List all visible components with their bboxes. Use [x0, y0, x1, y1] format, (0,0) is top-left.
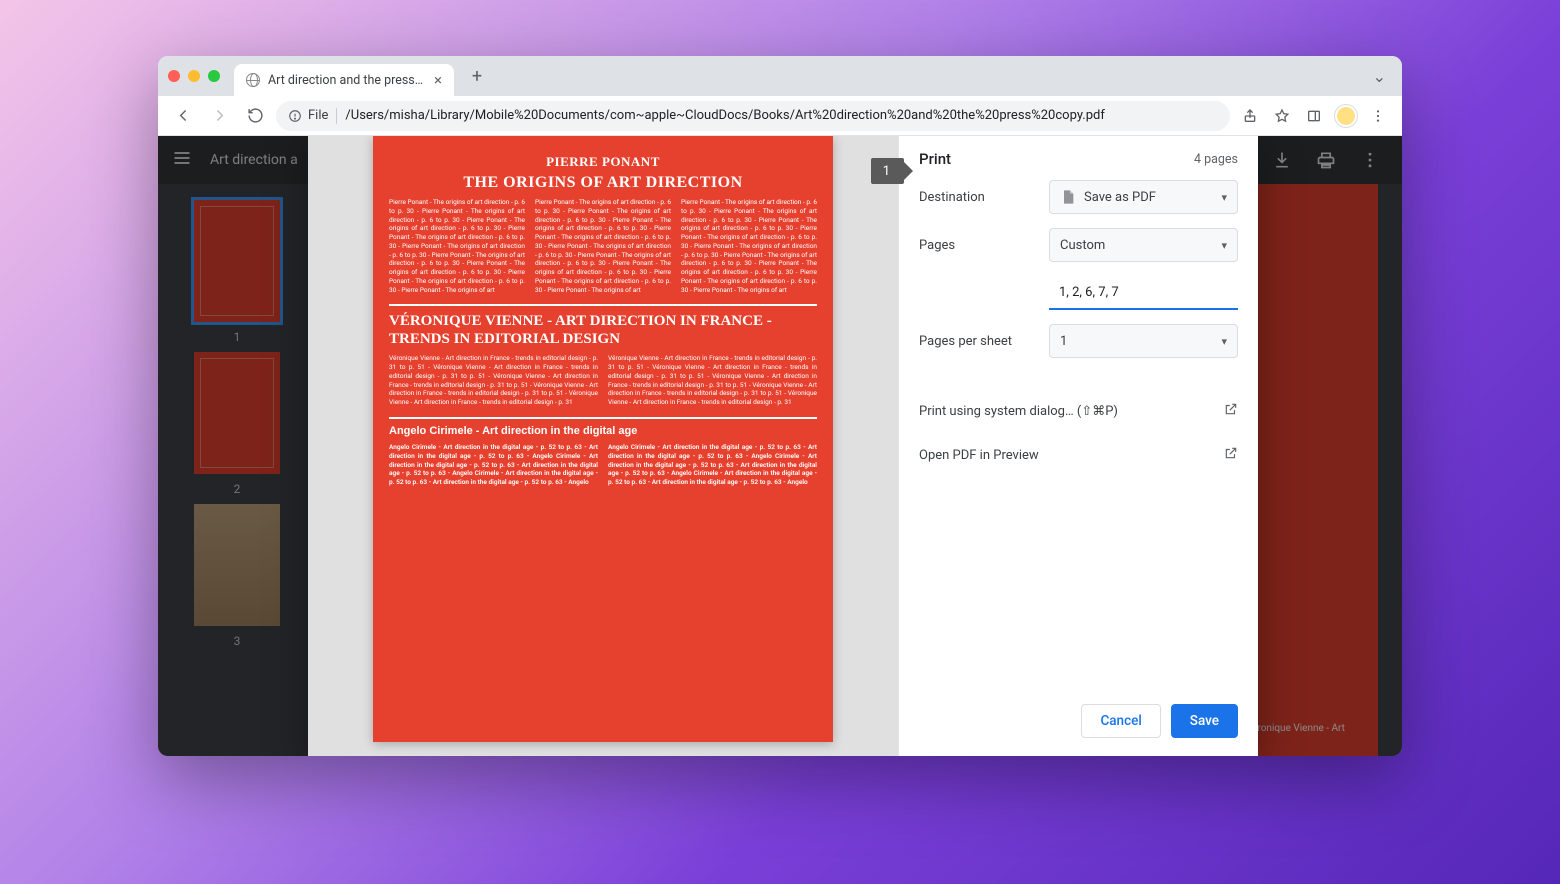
url-text: /Users/misha/Library/Mobile%20Documents/…: [345, 108, 1218, 123]
preview-body-col: Véronique Vienne - Art direction in Fran…: [608, 354, 817, 407]
maximize-window-button[interactable]: [208, 70, 220, 82]
cancel-button[interactable]: Cancel: [1081, 704, 1160, 738]
browser-window: Art direction and the press cop × + ⌄ Fi…: [158, 56, 1402, 756]
print-preview-area: 1 Pierre Ponant The origins of art direc…: [308, 136, 898, 756]
system-dialog-label: Print using system dialog… (⇧⌘P): [919, 404, 1118, 419]
separator: [336, 108, 337, 124]
preview-body-col: Angelo Cirimele - Art direction in the d…: [608, 443, 817, 487]
divider: [389, 417, 817, 419]
pages-per-sheet-value: 1: [1060, 334, 1067, 349]
print-dialog: 1 Pierre Ponant The origins of art direc…: [308, 136, 1258, 756]
file-scheme-chip: File: [288, 108, 328, 123]
forward-button[interactable]: [204, 101, 234, 131]
browser-menu-button[interactable]: [1364, 102, 1392, 130]
external-link-icon: [1224, 446, 1238, 464]
globe-icon: [246, 73, 260, 87]
preview-body-col: Pierre Ponant - The origins of art direc…: [389, 198, 525, 294]
back-button[interactable]: [168, 101, 198, 131]
save-button[interactable]: Save: [1171, 704, 1238, 738]
new-tab-button[interactable]: +: [464, 63, 490, 89]
scheme-label: File: [308, 108, 328, 123]
minimize-window-button[interactable]: [188, 70, 200, 82]
pages-mode-select[interactable]: Custom ▾: [1049, 228, 1238, 262]
content-area: Art direction a 1 2 3 Vienne Art directi…: [158, 136, 1402, 756]
preview-heading-author: Pierre Ponant: [389, 154, 817, 170]
chevron-down-icon: ▾: [1221, 191, 1227, 204]
preview-heading-2: VÉRONIQUE VIENNE - ART DIRECTION IN FRAN…: [389, 312, 817, 348]
system-dialog-link[interactable]: Print using system dialog… (⇧⌘P): [919, 396, 1238, 426]
print-dialog-title: Print: [919, 150, 951, 168]
tab-title: Art direction and the press cop: [268, 73, 426, 88]
profile-button[interactable]: [1332, 102, 1360, 130]
preview-heading-3: Angelo Cirimele - Art direction in the d…: [389, 425, 817, 437]
bookmark-button[interactable]: [1268, 102, 1296, 130]
sidepanel-button[interactable]: [1300, 102, 1328, 130]
pages-per-sheet-label: Pages per sheet: [919, 334, 1037, 349]
browser-toolbar: File /Users/misha/Library/Mobile%20Docum…: [158, 96, 1402, 136]
address-bar[interactable]: File /Users/misha/Library/Mobile%20Docum…: [276, 101, 1230, 131]
page-number-badge: 1: [871, 158, 904, 184]
window-controls: [168, 70, 220, 82]
pages-label: Pages: [919, 238, 1037, 253]
destination-value: Save as PDF: [1084, 190, 1156, 205]
tab-strip: Art direction and the press cop × + ⌄: [158, 56, 1402, 96]
pdf-file-icon: [1060, 189, 1076, 205]
avatar: [1335, 105, 1357, 127]
destination-label: Destination: [919, 190, 1037, 205]
close-tab-button[interactable]: ×: [434, 71, 442, 89]
chevron-down-icon: ▾: [1221, 335, 1227, 348]
tab-list-button[interactable]: ⌄: [1373, 67, 1392, 86]
destination-select[interactable]: Save as PDF ▾: [1049, 180, 1238, 214]
preview-body-col: Véronique Vienne - Art direction in Fran…: [389, 354, 598, 407]
preview-body-col: Angelo Cirimele - Art direction in the d…: [389, 443, 598, 487]
preview-body-col: Pierre Ponant - The origins of art direc…: [681, 198, 817, 294]
reload-button[interactable]: [240, 101, 270, 131]
pages-mode-value: Custom: [1060, 238, 1105, 253]
chevron-down-icon: ▾: [1221, 239, 1227, 252]
external-link-icon: [1224, 402, 1238, 420]
share-button[interactable]: [1236, 102, 1264, 130]
preview-page: Pierre Ponant The origins of art directi…: [373, 136, 833, 742]
pages-range-input[interactable]: [1049, 276, 1238, 310]
divider: [389, 304, 817, 306]
open-in-preview-link[interactable]: Open PDF in Preview: [919, 440, 1238, 470]
page-count-label: 4 pages: [1194, 152, 1238, 167]
open-in-preview-label: Open PDF in Preview: [919, 448, 1039, 463]
preview-heading-title: The origins of art direction: [389, 174, 817, 192]
preview-body-col: Pierre Ponant - The origins of art direc…: [535, 198, 671, 294]
pages-per-sheet-select[interactable]: 1 ▾: [1049, 324, 1238, 358]
print-options-panel: Print 4 pages Destination Save as PDF ▾ …: [898, 136, 1258, 756]
browser-tab[interactable]: Art direction and the press cop ×: [234, 64, 454, 96]
close-window-button[interactable]: [168, 70, 180, 82]
